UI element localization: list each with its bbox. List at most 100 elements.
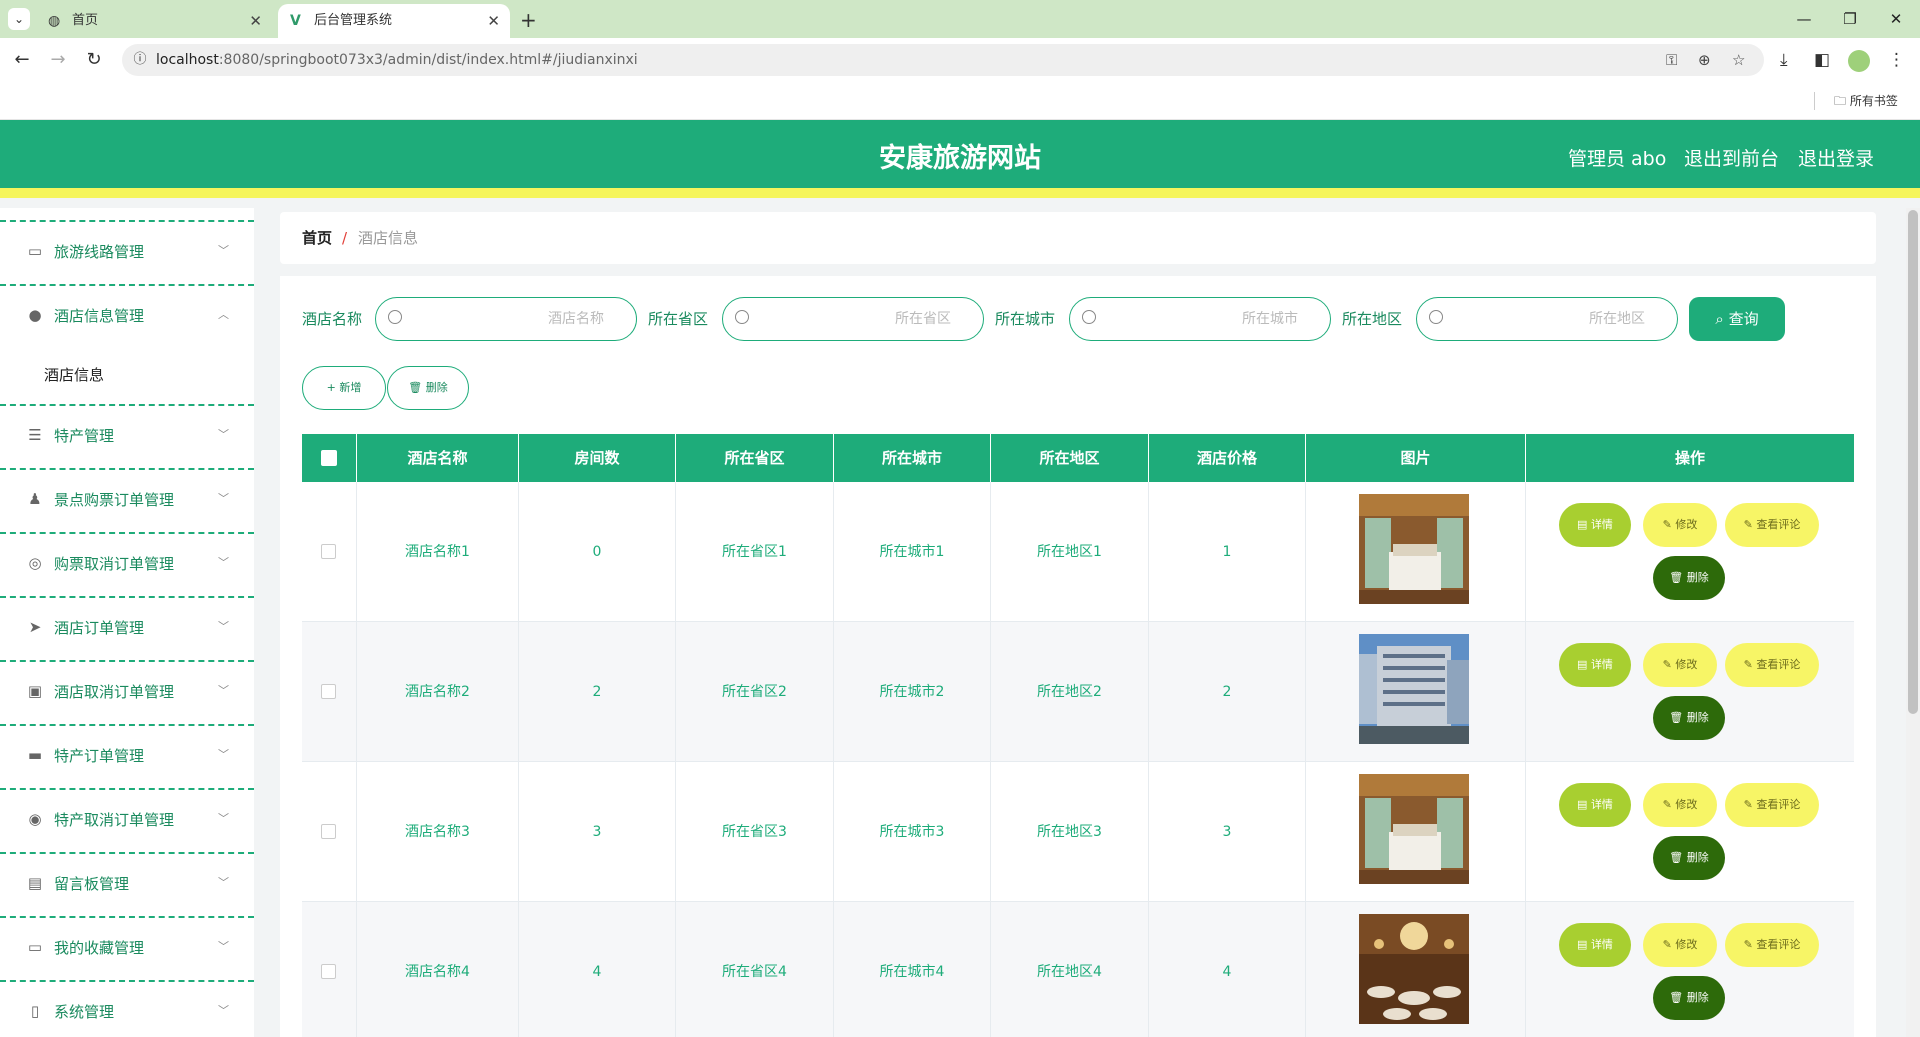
rooms-cell: 0: [519, 482, 676, 622]
browser-tab-home[interactable]: ◍ 首页 ✕: [36, 4, 272, 38]
rooms-cell: 4: [519, 902, 676, 1037]
new-tab-icon[interactable]: +: [520, 4, 537, 36]
star-icon[interactable]: ☆: [1732, 44, 1745, 76]
key-icon[interactable]: ⚿: [1666, 44, 1677, 76]
row-checkbox[interactable]: [321, 544, 336, 559]
url-field[interactable]: ⓘ localhost:8080/springboot073x3/admin/d…: [122, 44, 1764, 76]
row-checkbox[interactable]: [321, 964, 336, 979]
sidebar-item-hotel-info[interactable]: ● 酒店信息管理 ︿: [0, 284, 254, 346]
detail-button[interactable]: ▤ 详情: [1559, 923, 1631, 967]
query-button[interactable]: ⌕ 查询: [1689, 297, 1785, 341]
sidebar-item-hotel-orders[interactable]: ➤ 酒店订单管理 ﹀: [0, 596, 254, 658]
site-info-icon[interactable]: ⓘ: [130, 50, 150, 70]
download-icon[interactable]: ⤓: [1780, 48, 1788, 72]
sidebar-item-specialty-cancel[interactable]: ◉ 特产取消订单管理 ﹀: [0, 788, 254, 850]
sidebar-item-message-board[interactable]: ▤ 留言板管理 ﹀: [0, 852, 254, 914]
add-button[interactable]: + 新增: [302, 366, 386, 410]
edit-button[interactable]: ✎ 修改: [1643, 643, 1717, 687]
sidebar-item-label: 特产管理: [54, 427, 115, 445]
chevron-down-icon: ﹀: [218, 748, 229, 761]
tab-search-icon[interactable]: ⌄: [8, 8, 30, 30]
detail-button[interactable]: ▤ 详情: [1559, 783, 1631, 827]
sidebar-item-label: 酒店订单管理: [54, 619, 145, 637]
view-reviews-button[interactable]: ✎ 查看评论: [1725, 643, 1819, 687]
city-cell: 所在城市1: [834, 482, 991, 622]
province-search-input[interactable]: 所在省区: [722, 297, 984, 341]
input-placeholder: 所在省区: [895, 311, 951, 327]
view-reviews-button[interactable]: ✎ 查看评论: [1725, 783, 1819, 827]
close-icon[interactable]: ✕: [249, 4, 262, 38]
column-header: 所在省区: [676, 434, 834, 482]
price-cell: 1: [1149, 482, 1306, 622]
document-icon: ▤: [1577, 938, 1591, 951]
user-icon: ♟: [28, 490, 42, 508]
browser-tab-strip: ⌄ ◍ 首页 ✕ V 后台管理系统 ✕ + — ❐ ✕: [0, 0, 1920, 38]
hotel-name-cell: 酒店名称2: [357, 622, 519, 762]
select-all-checkbox[interactable]: [321, 450, 337, 466]
exit-to-front-link[interactable]: 退出到前台: [1684, 120, 1779, 198]
filter-label-district: 所在地区: [1342, 310, 1403, 328]
detail-button[interactable]: ▤ 详情: [1559, 643, 1631, 687]
column-header: 酒店名称: [357, 434, 519, 482]
restore-icon[interactable]: ❐: [1830, 6, 1870, 32]
delete-button[interactable]: 🗑 删除: [1653, 976, 1725, 1020]
sidebar-item-ticket-orders[interactable]: ♟ 景点购票订单管理 ﹀: [0, 468, 254, 530]
tab-title: 后台管理系统: [314, 13, 393, 28]
pencil-icon: ✎: [1662, 798, 1676, 811]
sidebar-item-favorites[interactable]: ▭ 我的收藏管理 ﹀: [0, 916, 254, 978]
phone-icon: ▯: [30, 1002, 40, 1020]
minimize-icon[interactable]: —: [1784, 6, 1824, 32]
district-search-input[interactable]: 所在地区: [1416, 297, 1678, 341]
breadcrumb-home[interactable]: 首页: [302, 212, 332, 264]
globe-icon: ◍: [48, 13, 61, 29]
row-select-cell: [302, 762, 357, 902]
url-path: :8080/springboot073x3/admin/dist/index.h…: [218, 52, 638, 68]
chevron-down-icon: ﹀: [218, 428, 229, 441]
delete-label: 删除: [1686, 851, 1709, 864]
delete-button[interactable]: 🗑 删除: [1653, 836, 1725, 880]
edit-button[interactable]: ✎ 修改: [1643, 503, 1717, 547]
browser-tab-admin[interactable]: V 后台管理系统 ✕: [278, 4, 510, 38]
pencil-icon: ✎: [1662, 518, 1676, 531]
sidebar-item-tour-routes[interactable]: ▭ 旅游线路管理 ﹀: [0, 220, 254, 282]
batch-delete-button[interactable]: 🗑 删除: [387, 366, 469, 410]
chevron-up-icon: ︿: [218, 308, 229, 321]
close-icon[interactable]: ✕: [487, 4, 500, 38]
delete-button[interactable]: 🗑 删除: [1653, 696, 1725, 740]
view-reviews-button[interactable]: ✎ 查看评论: [1725, 503, 1819, 547]
sidebar-item-ticket-cancel[interactable]: ◎ 购票取消订单管理 ﹀: [0, 532, 254, 594]
profile-avatar[interactable]: [1848, 50, 1870, 72]
hotel-name-search-input[interactable]: 酒店名称: [375, 297, 637, 341]
column-header: 操作: [1674, 449, 1705, 467]
sidebar-item-system[interactable]: ▯ 系统管理 ﹀: [0, 980, 254, 1037]
edit-button[interactable]: ✎ 修改: [1643, 783, 1717, 827]
sidebar-subitem-hotel-info[interactable]: 酒店信息: [0, 346, 254, 404]
logout-link[interactable]: 退出登录: [1798, 120, 1874, 198]
message-icon: ▭: [27, 242, 43, 260]
city-search-input[interactable]: 所在城市: [1069, 297, 1331, 341]
view-reviews-button[interactable]: ✎ 查看评论: [1725, 923, 1819, 967]
sidebar-item-specialty[interactable]: ☰ 特产管理 ﹀: [0, 404, 254, 466]
delete-button[interactable]: 🗑 删除: [1653, 556, 1725, 600]
row-checkbox[interactable]: [321, 824, 336, 839]
app-header: 安康旅游网站 管理员 abo 退出到前台 退出登录: [0, 120, 1920, 198]
detail-button[interactable]: ▤ 详情: [1559, 503, 1631, 547]
trash-icon: 🗑: [1669, 711, 1687, 724]
window-close-icon[interactable]: ✕: [1876, 6, 1916, 32]
forward-icon[interactable]: →: [46, 48, 70, 72]
sidebar-item-hotel-cancel[interactable]: ▣ 酒店取消订单管理 ﹀: [0, 660, 254, 722]
sidepanel-icon[interactable]: ◧: [1814, 48, 1830, 72]
sidebar-item-specialty-orders[interactable]: ▬ 特产订单管理 ﹀: [0, 724, 254, 786]
query-button-label: 查询: [1728, 310, 1759, 328]
more-menu-icon[interactable]: ⋮: [1888, 48, 1905, 72]
edit-button[interactable]: ✎ 修改: [1643, 923, 1717, 967]
reload-icon[interactable]: ↻: [82, 48, 106, 72]
back-icon[interactable]: ←: [10, 48, 34, 72]
zoom-icon[interactable]: ⊕: [1698, 44, 1711, 76]
chevron-down-icon: ﹀: [218, 684, 229, 697]
all-bookmarks-button[interactable]: 🗀 所有书签: [1834, 82, 1898, 120]
breadcrumb: 首页 / 酒店信息: [280, 212, 1876, 264]
scrollbar-thumb[interactable]: [1908, 210, 1918, 714]
row-checkbox[interactable]: [321, 684, 336, 699]
pencil-icon: ✎: [1743, 938, 1757, 951]
